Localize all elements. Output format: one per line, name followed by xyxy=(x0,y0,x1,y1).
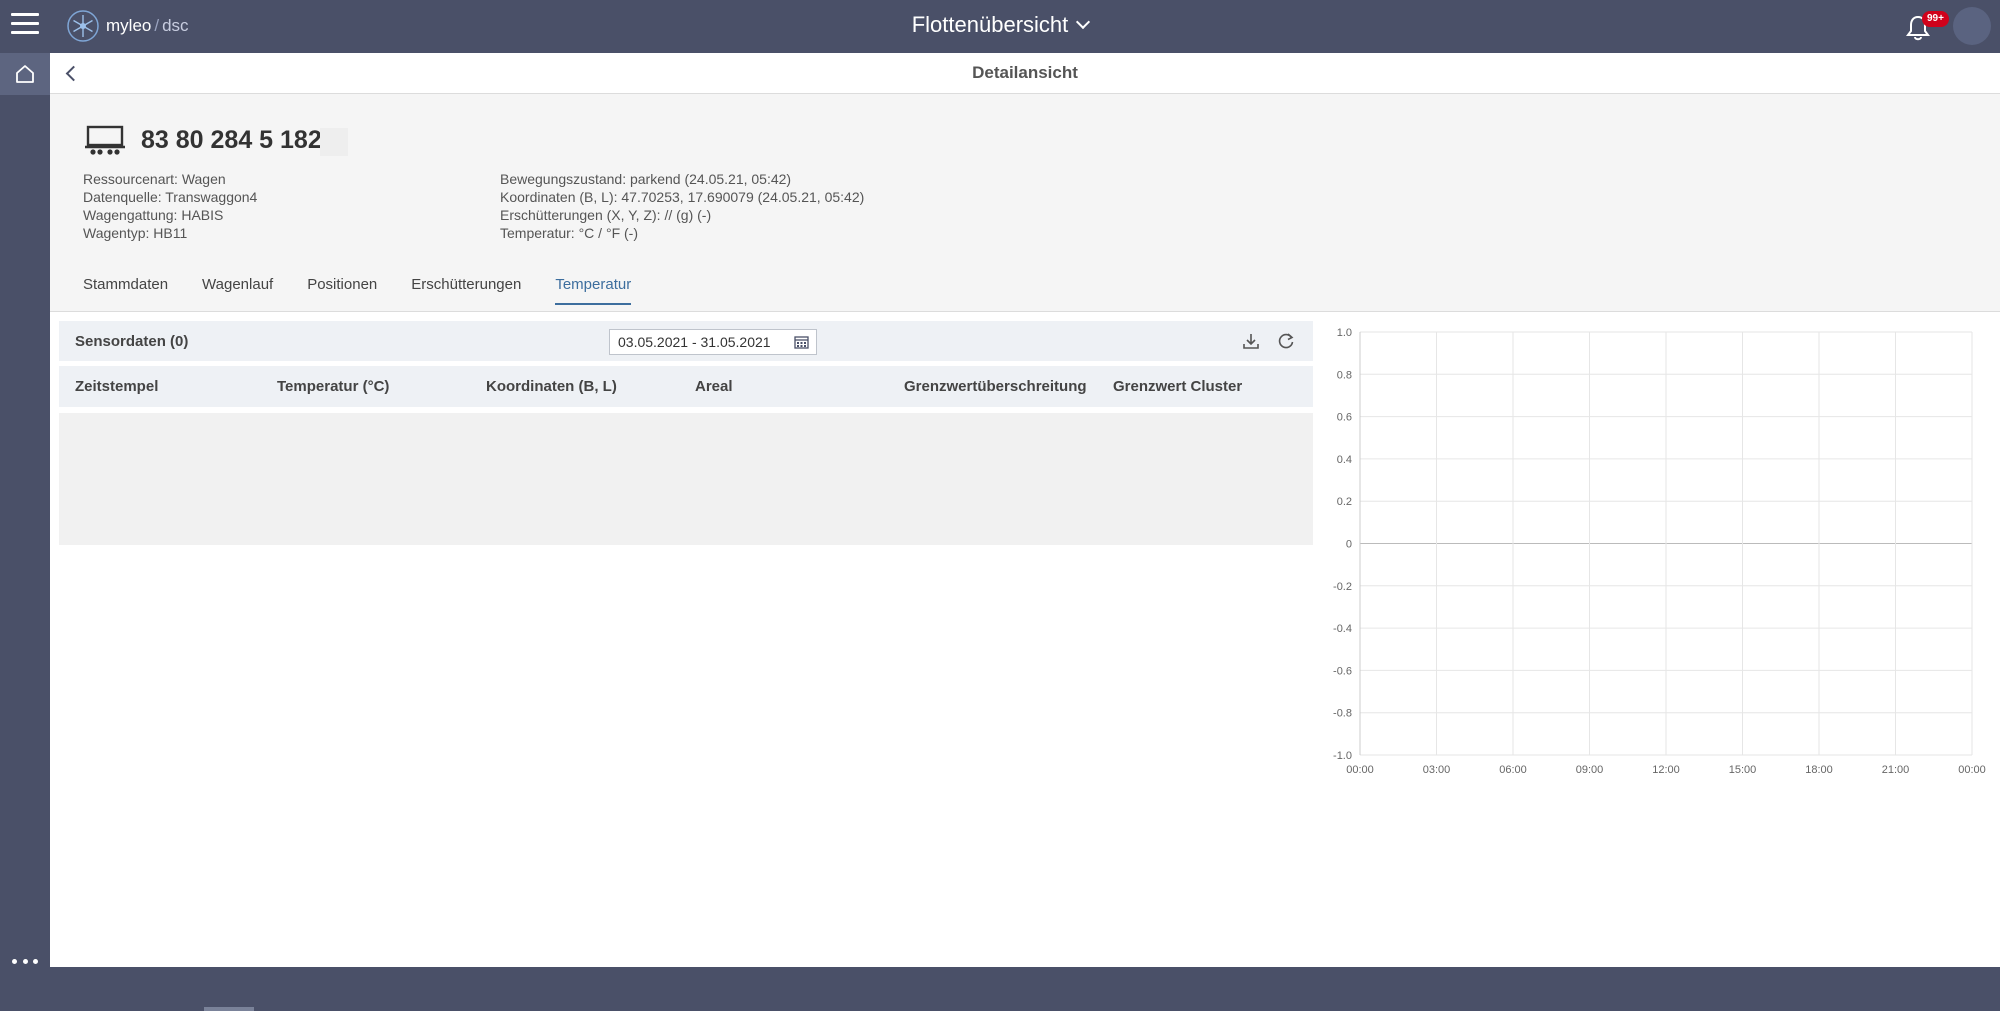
detail-tabs: Stammdaten Wagenlauf Positionen Erschütt… xyxy=(83,276,665,305)
info-movement-state: Bewegungszustand: parkend (24.05.21, 05:… xyxy=(500,171,792,187)
y-tick-label: 0.2 xyxy=(1337,496,1352,508)
y-tick-label: -0.8 xyxy=(1333,708,1352,720)
chevron-down-icon xyxy=(1076,14,1091,30)
wagon-icon xyxy=(85,125,125,155)
col-grenzwert-cluster[interactable]: Grenzwert Cluster xyxy=(1113,378,1242,395)
x-tick-label: 00:00 xyxy=(1958,764,1986,776)
col-grenzwertueberschreitung[interactable]: Grenzwertüberschreitung xyxy=(904,378,1087,395)
y-tick-label: -0.2 xyxy=(1333,581,1352,593)
x-tick-label: 21:00 xyxy=(1882,764,1910,776)
sensor-toolbar: Sensordaten (0) 03.05.2021 - 31.05.2021 xyxy=(59,321,1313,361)
date-range-value: 03.05.2021 - 31.05.2021 xyxy=(618,334,771,350)
wagon-info-left: Ressourcenart: Wagen Datenquelle: Transw… xyxy=(83,170,257,242)
y-tick-label: 0 xyxy=(1346,539,1352,551)
home-button[interactable] xyxy=(0,53,50,95)
x-tick-label: 03:00 xyxy=(1423,764,1451,776)
download-icon[interactable] xyxy=(1241,331,1261,351)
user-avatar[interactable] xyxy=(1953,7,1991,45)
x-tick-label: 09:00 xyxy=(1576,764,1604,776)
wagon-info-panel: 83 80 284 5 182 Ressourcenart: Wagen Dat… xyxy=(50,94,2000,312)
calendar-icon[interactable] xyxy=(794,335,809,349)
x-tick-label: 12:00 xyxy=(1652,764,1680,776)
tab-wagenlauf[interactable]: Wagenlauf xyxy=(202,276,273,305)
info-coordinates: Koordinaten (B, L): 47.70253, 17.690079 … xyxy=(500,189,865,205)
tab-positionen[interactable]: Positionen xyxy=(307,276,377,305)
info-vibrations: Erschütterungen (X, Y, Z): // (g) (-) xyxy=(500,207,712,223)
tab-stammdaten[interactable]: Stammdaten xyxy=(83,276,168,305)
y-tick-label: -1.0 xyxy=(1333,750,1352,762)
col-zeitstempel[interactable]: Zeitstempel xyxy=(75,378,158,395)
info-temperature: Temperatur: °C / °F (-) xyxy=(500,225,638,241)
tab-temperatur[interactable]: Temperatur xyxy=(555,276,632,305)
bottom-bar xyxy=(50,967,2000,1011)
y-tick-label: -0.6 xyxy=(1333,665,1352,677)
detail-header: Detailansicht xyxy=(50,53,2000,94)
refresh-icon[interactable] xyxy=(1276,331,1296,351)
table-header: Zeitstempel Temperatur (°C) Koordinaten … xyxy=(59,366,1313,407)
table-body-empty xyxy=(59,413,1313,545)
wagon-number-suffix xyxy=(320,128,348,156)
col-koordinaten[interactable]: Koordinaten (B, L) xyxy=(486,378,617,395)
app-title: Flottenübersicht xyxy=(911,12,1069,37)
x-tick-label: 00:00 xyxy=(1346,764,1374,776)
y-tick-label: 0.6 xyxy=(1337,412,1352,424)
info-wagon-class: Wagengattung: HABIS xyxy=(83,207,224,223)
more-dots-icon[interactable] xyxy=(12,956,38,966)
fleet-overview-dropdown[interactable]: Flottenübersicht xyxy=(0,12,2000,38)
info-data-source: Datenquelle: Transwaggon4 xyxy=(83,189,258,205)
date-range-input[interactable]: 03.05.2021 - 31.05.2021 xyxy=(609,329,817,355)
notification-badge: 99+ xyxy=(1922,11,1949,27)
col-temperatur[interactable]: Temperatur (°C) xyxy=(277,378,389,395)
page-title: Detailansicht xyxy=(972,63,1078,82)
y-tick-label: 0.4 xyxy=(1337,454,1352,466)
y-tick-label: 0.8 xyxy=(1337,369,1352,381)
wagon-number: 83 80 284 5 182 xyxy=(141,126,322,154)
sidebar xyxy=(0,53,50,1011)
x-tick-label: 06:00 xyxy=(1499,764,1527,776)
info-resource-type: Ressourcenart: Wagen xyxy=(83,171,226,187)
tab-erschuetterungen[interactable]: Erschütterungen xyxy=(411,276,521,305)
x-tick-label: 15:00 xyxy=(1729,764,1757,776)
home-icon xyxy=(16,65,34,83)
col-areal[interactable]: Areal xyxy=(695,378,733,395)
y-tick-label: -0.4 xyxy=(1333,623,1352,635)
info-wagon-type: Wagentyp: HB11 xyxy=(83,225,188,241)
top-bar: myleo / dsc Flottenübersicht 99+ xyxy=(0,0,2000,53)
x-tick-label: 18:00 xyxy=(1805,764,1833,776)
sensor-data-title: Sensordaten (0) xyxy=(75,333,189,350)
wagon-info-right: Bewegungszustand: parkend (24.05.21, 05:… xyxy=(500,170,864,242)
temperature-chart: 1.0 0.8 0.6 0.4 0.2 0 -0.2 -0.4 -0.6 -0.8 -1.0 00:0… xyxy=(1333,327,1986,776)
y-tick-label: 1.0 xyxy=(1337,327,1352,339)
bottom-bar-handle[interactable] xyxy=(204,1007,254,1011)
